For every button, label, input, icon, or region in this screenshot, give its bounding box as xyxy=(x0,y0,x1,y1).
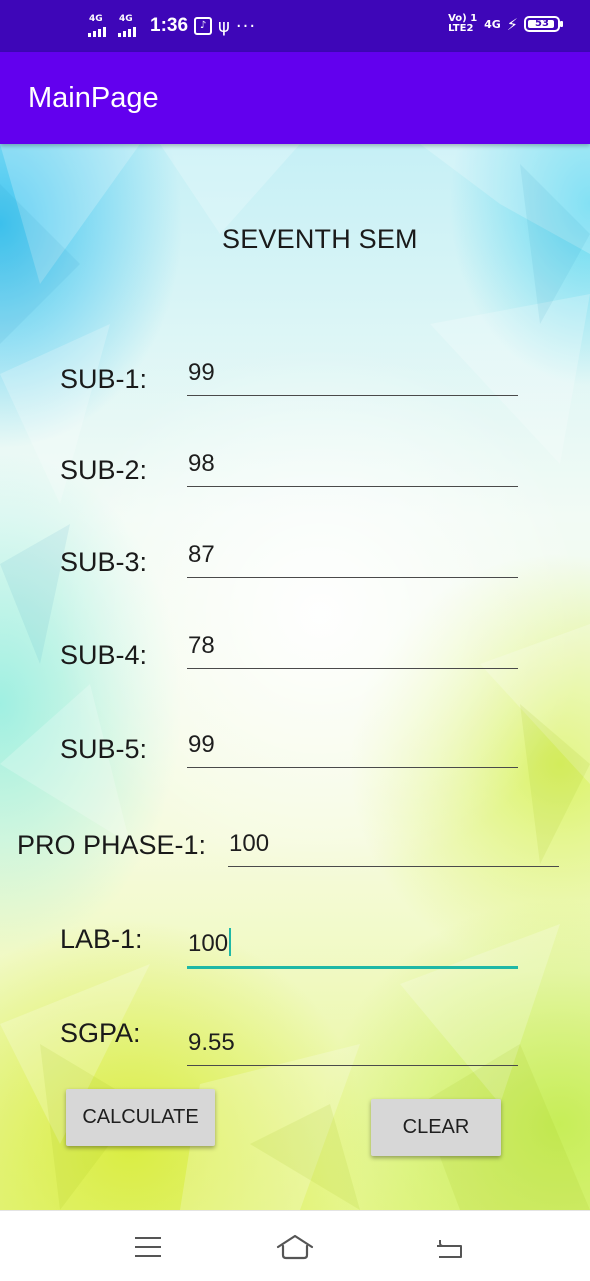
battery-icon: 53 xyxy=(524,16,563,32)
signal-icon: 4G xyxy=(88,15,112,37)
clear-button[interactable]: CLEAR xyxy=(371,1099,501,1156)
lab-1-value-wrap: 100 xyxy=(188,928,232,958)
sub-3-input[interactable]: 87 xyxy=(187,532,518,578)
charging-icon: ⚡ xyxy=(506,14,518,34)
sub-5-input[interactable]: 99 xyxy=(187,722,518,768)
volte-indicator: Vo) 1 LTE2 xyxy=(448,13,478,34)
sub-1-input[interactable]: 99 xyxy=(187,350,518,396)
sgpa-label: SGPA: xyxy=(60,1018,141,1048)
network-4g-indicator: 4G xyxy=(484,17,501,31)
semester-title: SEVENTH SEM xyxy=(222,224,418,254)
sub-3-value: 87 xyxy=(188,541,215,568)
sub-2-input[interactable]: 98 xyxy=(187,441,518,487)
sub-4-input[interactable]: 78 xyxy=(187,623,518,669)
sub-4-value: 78 xyxy=(188,632,215,659)
navigation-bar xyxy=(0,1210,590,1281)
lab-1-input[interactable]: 100 xyxy=(187,923,518,969)
signal-2-label: 4G xyxy=(119,14,133,24)
status-right: Vo) 1 LTE2 4G ⚡ 53 xyxy=(448,13,563,34)
sub-1-value: 99 xyxy=(188,359,215,386)
battery-level: 53 xyxy=(535,18,549,29)
sgpa-output[interactable]: 9.55 xyxy=(187,1020,518,1066)
signal-icon: 4G xyxy=(118,15,142,37)
content-area: SEVENTH SEM SUB-1: 99 SUB-2: 98 SUB-3: 8… xyxy=(0,144,590,1210)
sgpa-value: 9.55 xyxy=(188,1029,235,1056)
sub-2-value: 98 xyxy=(188,450,215,477)
app-bar: MainPage xyxy=(0,52,590,144)
status-bar: 4G 4G 1:36 ♪ ψ ··· Vo) 1 LTE2 4G ⚡ 53 xyxy=(0,0,590,52)
lab-1-value: 100 xyxy=(188,930,229,957)
calculate-button[interactable]: CALCULATE xyxy=(66,1089,215,1146)
signal-1-label: 4G xyxy=(89,14,103,24)
sub-5-label: SUB-5: xyxy=(60,734,148,764)
pro-phase-1-value: 100 xyxy=(229,830,270,857)
status-left: 4G 4G 1:36 ♪ ψ ··· xyxy=(88,14,256,38)
usb-icon: ψ xyxy=(218,15,230,37)
sub-3-label: SUB-3: xyxy=(60,547,148,577)
sub-1-label: SUB-1: xyxy=(60,364,148,394)
app-bar-title: MainPage xyxy=(28,82,159,114)
back-icon[interactable] xyxy=(436,1237,464,1259)
pro-phase-1-label: PRO PHASE-1: xyxy=(17,830,207,860)
status-time: 1:36 xyxy=(150,15,189,36)
more-notifications-icon: ··· xyxy=(235,15,257,37)
sub-4-label: SUB-4: xyxy=(60,640,148,670)
lab-1-label: LAB-1: xyxy=(60,924,143,954)
home-icon[interactable] xyxy=(275,1233,315,1261)
pro-phase-1-input[interactable]: 100 xyxy=(228,821,559,867)
menu-icon[interactable] xyxy=(135,1237,161,1257)
notification-app-icon: ♪ xyxy=(194,17,213,35)
sub-5-value: 99 xyxy=(188,731,215,758)
sub-2-label: SUB-2: xyxy=(60,455,148,485)
text-cursor xyxy=(229,928,232,956)
